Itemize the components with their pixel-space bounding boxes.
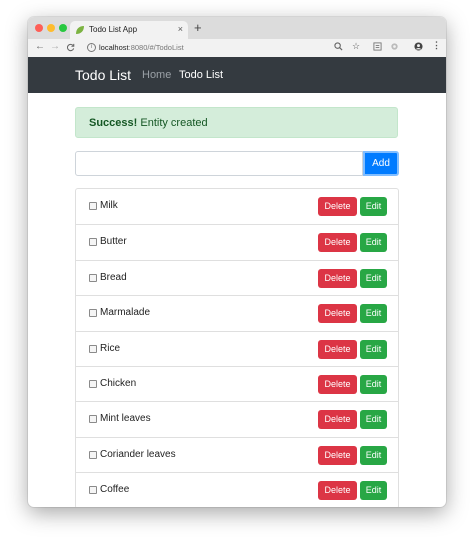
todo-item: Mint leaves Delete Edit [76,401,398,436]
todo-item: Coffee Delete Edit [76,472,398,507]
extension-icon[interactable] [373,42,382,51]
maximize-window-icon[interactable] [59,24,67,32]
todo-checkbox[interactable] [89,273,97,282]
todo-label: Milk [100,200,118,211]
close-window-icon[interactable] [35,24,43,32]
delete-button[interactable]: Delete [318,339,357,359]
nav-link-todo-list[interactable]: Todo List [179,69,223,81]
new-tab-icon[interactable]: + [194,20,202,35]
delete-button[interactable]: Delete [318,233,357,253]
edit-button[interactable]: Edit [360,339,387,359]
profile-icon[interactable] [414,42,423,51]
alert-message: Entity created [137,117,208,129]
todo-label: Marmalade [100,307,151,319]
todo-checkbox[interactable] [89,344,97,353]
todo-checkbox[interactable] [89,486,97,495]
add-button[interactable]: Add [363,151,399,176]
star-icon[interactable]: ☆ [352,41,360,52]
todo-input[interactable] [75,151,363,176]
todo-item: Rice Delete Edit [76,330,398,366]
delete-button[interactable]: Delete [318,374,357,394]
browser-window: Todo List App × + ← → i localhost:8080/#… [28,17,446,507]
success-alert: Success! Entity created [75,107,398,138]
edit-button[interactable]: Edit [360,445,387,465]
back-icon[interactable]: ← [35,41,45,52]
todo-checkbox[interactable] [89,202,97,210]
minimize-window-icon[interactable] [47,24,55,32]
edit-button[interactable]: Edit [360,374,387,394]
edit-button[interactable]: Edit [360,304,387,324]
tab-title: Todo List App [89,25,138,34]
edit-button[interactable]: Edit [360,268,387,288]
address-bar[interactable]: i localhost:8080/#/TodoList [82,40,304,55]
todo-item: Milk Delete Edit [76,189,398,224]
todo-label: Coffee [100,484,130,496]
todo-checkbox[interactable] [89,415,97,424]
edit-button[interactable]: Edit [360,233,387,253]
add-todo-form: Add [75,151,399,176]
nav-link-home[interactable]: Home [142,69,171,81]
todo-label: Coriander leaves [100,448,176,460]
alert-text: Success! Entity created [89,117,208,129]
todo-item: Chicken Delete Edit [76,365,398,401]
leaf-icon [76,26,84,34]
delete-button[interactable]: Delete [318,410,357,430]
todo-item: Marmalade Delete Edit [76,295,398,330]
todo-item: Butter Delete Edit [76,224,398,259]
delete-button[interactable]: Delete [318,445,357,465]
info-icon[interactable]: i [87,43,96,52]
delete-button[interactable]: Delete [318,197,357,216]
delete-button[interactable]: Delete [318,268,357,288]
todo-label: Chicken [100,377,137,389]
navbar-brand[interactable]: Todo List [75,67,131,83]
menu-icon[interactable]: ⋮ [432,40,441,51]
app-navbar: Todo List Home Todo List [28,57,446,93]
todo-label: Mint leaves [100,413,151,425]
cast-icon[interactable] [390,42,399,51]
todo-checkbox[interactable] [89,379,97,388]
todo-item: Bread Delete Edit [76,259,398,295]
todo-checkbox[interactable] [89,238,97,247]
todo-list: Milk Delete Edit Butter Delete Edit Bread Delet… [75,188,399,507]
alert-strong: Success! [89,117,138,129]
todo-checkbox[interactable] [89,450,97,459]
todo-item: Coriander leaves Delete Edit [76,436,398,472]
todo-label: Rice [100,342,121,354]
edit-button[interactable]: Edit [360,197,387,216]
edit-button[interactable]: Edit [360,481,387,501]
delete-button[interactable]: Delete [318,481,357,501]
tab-close-icon[interactable]: × [178,24,183,34]
reload-icon[interactable] [66,43,75,52]
forward-icon[interactable]: → [50,41,60,52]
tab-bar: Todo List App × + [28,17,446,39]
browser-toolbar: ← → i localhost:8080/#/TodoList ☆ ⋮ [28,39,446,58]
todo-label: Butter [100,236,127,248]
zoom-icon[interactable] [334,42,343,51]
url-text: localhost:8080/#/TodoList [99,43,184,52]
todo-label: Bread [100,271,127,283]
browser-tab[interactable]: Todo List App × [70,21,188,39]
edit-button[interactable]: Edit [360,410,387,430]
todo-checkbox[interactable] [89,309,97,318]
delete-button[interactable]: Delete [318,304,357,324]
